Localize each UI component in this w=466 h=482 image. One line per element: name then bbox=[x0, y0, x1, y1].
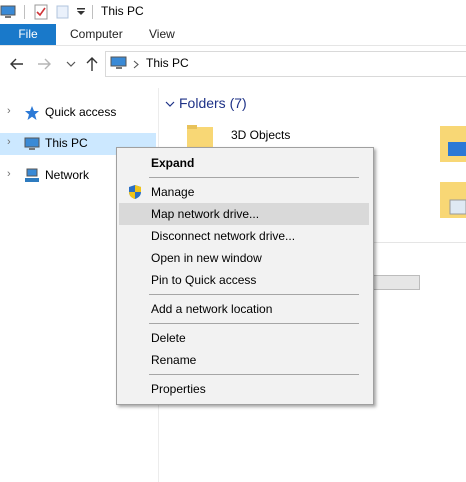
title-bar: This PC bbox=[0, 0, 466, 24]
folder-pictures-icon[interactable] bbox=[438, 180, 466, 220]
computer-icon bbox=[24, 137, 40, 150]
menu-separator bbox=[149, 177, 359, 178]
menu-item-label: Expand bbox=[151, 156, 195, 170]
address-bar[interactable]: This PC bbox=[105, 51, 466, 77]
folders-group-header[interactable]: Folders (7) bbox=[165, 95, 247, 111]
title-separator bbox=[24, 5, 25, 19]
title-separator bbox=[92, 5, 93, 19]
tab-computer[interactable]: Computer bbox=[70, 24, 123, 45]
menu-item-properties[interactable]: Properties bbox=[119, 378, 369, 400]
folder-desktop-icon[interactable] bbox=[438, 124, 466, 164]
menu-item-label: Manage bbox=[151, 185, 195, 199]
recent-locations-icon[interactable] bbox=[66, 60, 76, 68]
nav-item-quick-access[interactable]: › Quick access bbox=[0, 102, 156, 124]
address-path[interactable]: This PC bbox=[146, 56, 189, 70]
shield-icon bbox=[129, 185, 141, 199]
nav-item-label: Quick access bbox=[45, 105, 117, 119]
nav-item-label: This PC bbox=[45, 136, 88, 150]
menu-separator bbox=[149, 294, 359, 295]
menu-item-map-network-drive[interactable]: Map network drive... bbox=[119, 203, 369, 225]
chevron-right-icon[interactable]: › bbox=[7, 168, 11, 180]
up-icon[interactable] bbox=[85, 56, 99, 72]
window-title: This PC bbox=[101, 4, 144, 18]
folder-3d-objects-label[interactable]: 3D Objects bbox=[231, 128, 290, 142]
menu-item-label: Pin to Quick access bbox=[151, 273, 257, 287]
chevron-down-icon[interactable] bbox=[165, 100, 175, 108]
context-menu: Expand Manage Map network drive... Disco… bbox=[116, 147, 374, 405]
menu-item-label: Disconnect network drive... bbox=[151, 229, 296, 243]
chevron-right-icon[interactable] bbox=[133, 60, 139, 69]
menu-item-label: Add a network location bbox=[151, 302, 273, 316]
menu-item-label: Map network drive... bbox=[151, 207, 260, 221]
menu-item-label: Rename bbox=[151, 353, 197, 367]
menu-item-add-network-location[interactable]: Add a network location bbox=[119, 298, 369, 320]
star-icon bbox=[25, 106, 39, 120]
computer-icon bbox=[110, 56, 127, 69]
menu-item-delete[interactable]: Delete bbox=[119, 327, 369, 349]
computer-icon bbox=[0, 5, 16, 18]
menu-separator bbox=[149, 323, 359, 324]
network-icon bbox=[25, 168, 39, 182]
menu-item-manage[interactable]: Manage bbox=[119, 181, 369, 203]
nav-item-label: Network bbox=[45, 168, 90, 182]
menu-item-open-in-new-window[interactable]: Open in new window bbox=[119, 247, 369, 269]
forward-icon[interactable] bbox=[37, 57, 53, 71]
customize-qat-icon[interactable] bbox=[76, 7, 86, 17]
chevron-right-icon[interactable]: › bbox=[7, 105, 11, 117]
properties-icon[interactable] bbox=[33, 4, 49, 20]
menu-item-pin-to-quick-access[interactable]: Pin to Quick access bbox=[119, 269, 369, 291]
drive-usage-bar bbox=[372, 275, 420, 290]
menu-item-disconnect-network-drive[interactable]: Disconnect network drive... bbox=[119, 225, 369, 247]
folders-heading-text: Folders (7) bbox=[179, 95, 247, 111]
tab-file[interactable]: File bbox=[0, 24, 56, 45]
navigation-bar: This PC bbox=[0, 46, 466, 82]
chevron-right-icon[interactable]: › bbox=[7, 136, 11, 148]
menu-separator bbox=[149, 374, 359, 375]
back-icon[interactable] bbox=[8, 57, 24, 71]
menu-item-label: Delete bbox=[151, 331, 186, 345]
menu-item-label: Open in new window bbox=[151, 251, 262, 265]
new-folder-icon[interactable] bbox=[55, 4, 71, 20]
menu-item-label: Properties bbox=[151, 382, 206, 396]
section-divider bbox=[370, 242, 466, 243]
menu-item-rename[interactable]: Rename bbox=[119, 349, 369, 371]
tab-view[interactable]: View bbox=[149, 24, 175, 45]
menu-item-expand[interactable]: Expand bbox=[119, 152, 369, 174]
ribbon: File Computer View bbox=[0, 24, 466, 46]
